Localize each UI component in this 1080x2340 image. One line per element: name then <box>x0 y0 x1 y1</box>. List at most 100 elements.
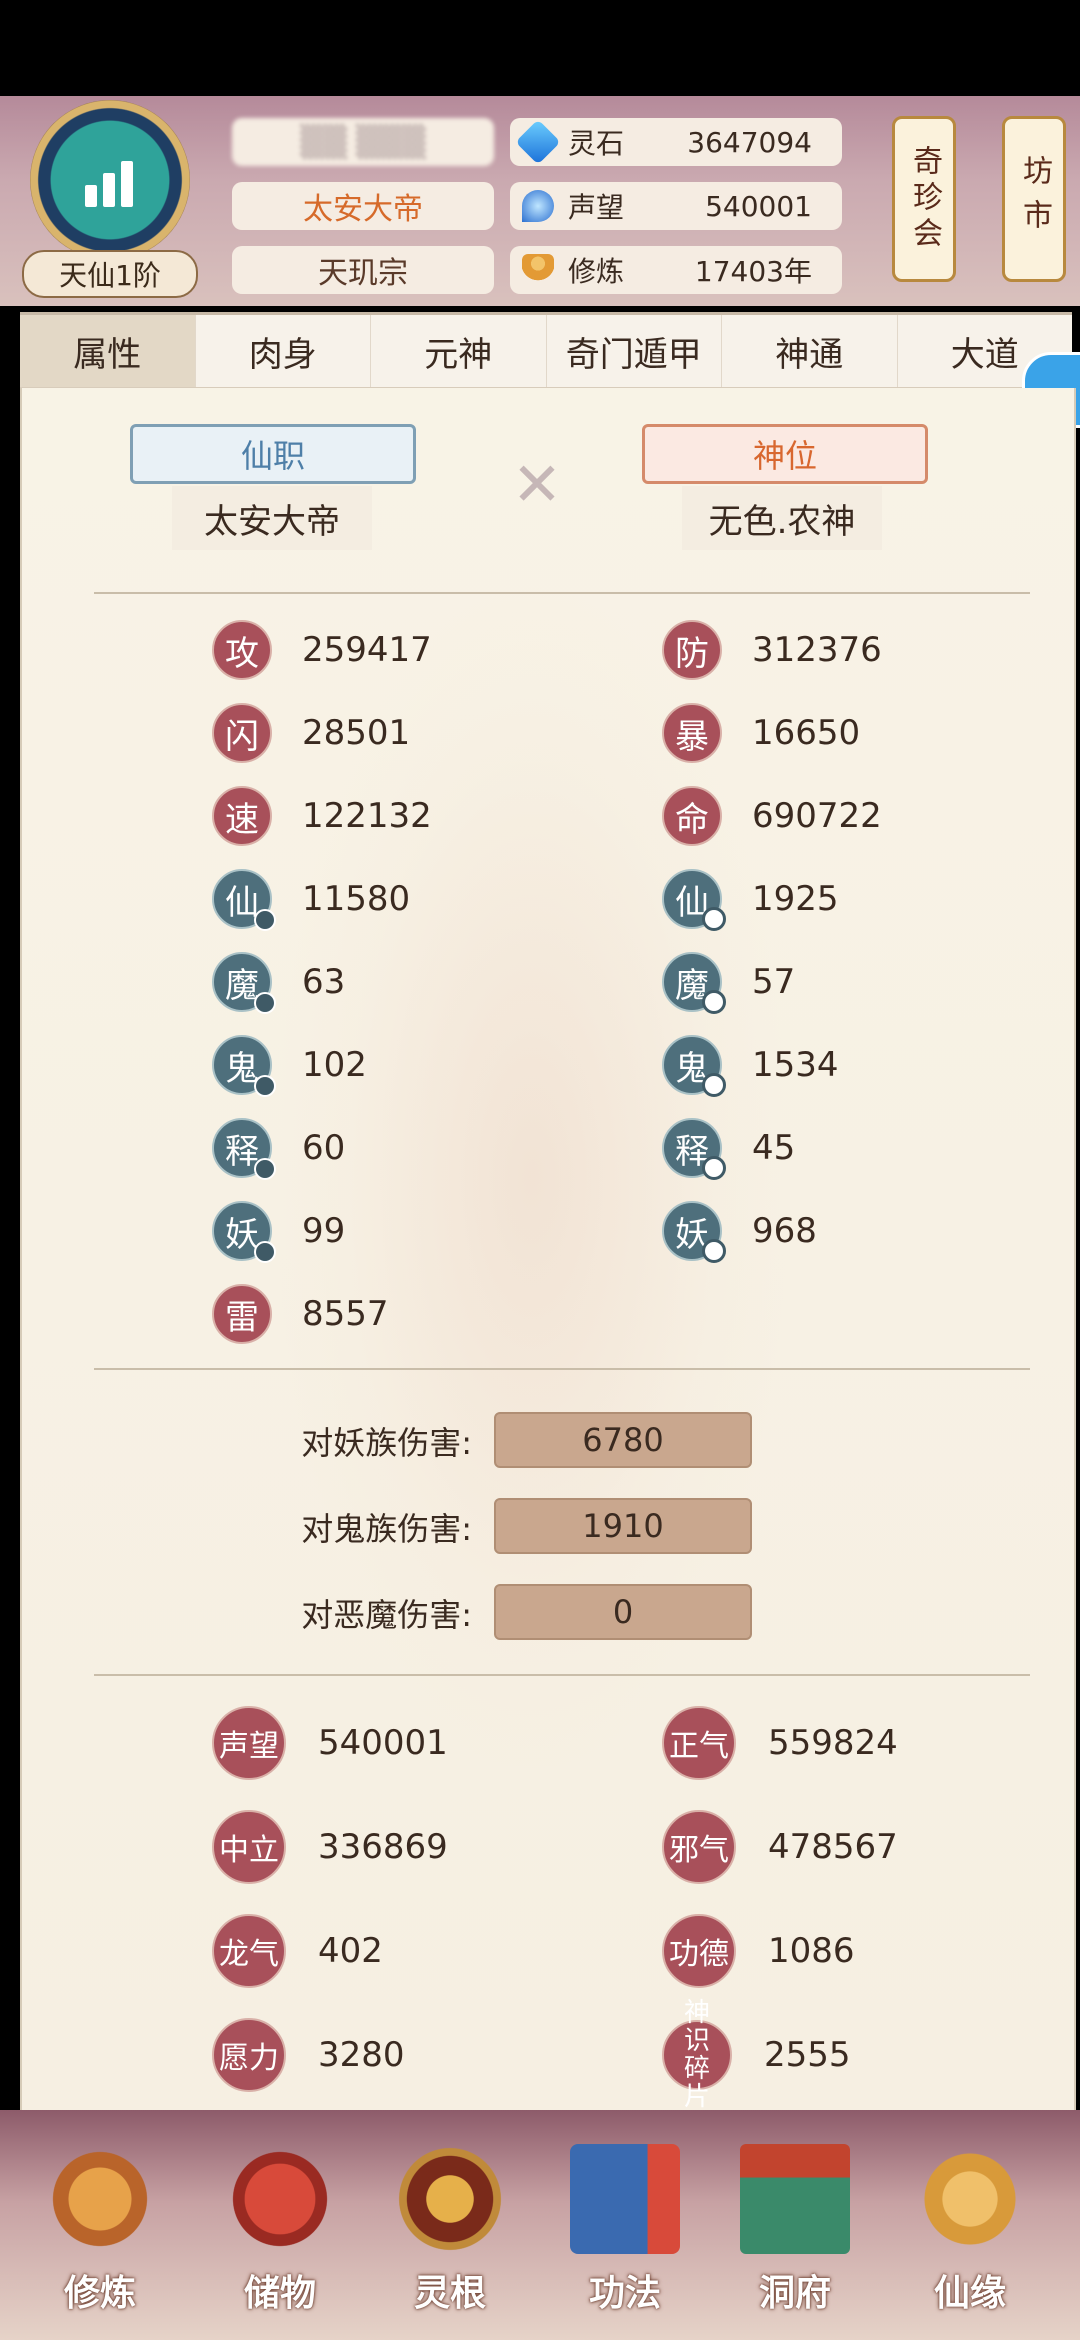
tab-qimen[interactable]: 奇门遁甲 <box>547 315 722 387</box>
divider <box>94 1368 1030 1370</box>
stat-glyph: 妖 <box>212 1201 276 1263</box>
rep-wish-power: 愿力 3280 <box>212 2018 405 2092</box>
stat-demon-attack: 魔 63 <box>212 952 345 1014</box>
divine-rank-banner: 神位 <box>642 424 928 484</box>
stat-glyph: 仙 <box>662 869 726 931</box>
rep-reputation: 声望 540001 <box>212 1706 448 1780</box>
stat-glyph: 闪 <box>212 703 272 763</box>
spirit-stone-icon <box>515 119 561 165</box>
rep-righteous: 正气 559824 <box>662 1706 898 1780</box>
resource-cultivation: 修炼 17403年 <box>510 246 842 294</box>
nav-cultivate[interactable]: 修炼 <box>20 2130 180 2330</box>
damage-label: 对妖族伤害: <box>301 1424 472 1462</box>
rep-glyph: 声望 <box>212 1706 286 1780</box>
rep-glyph: 中立 <box>212 1810 286 1884</box>
resource-spirit-stone: 灵石 3647094 <box>510 118 842 166</box>
attack-marker-icon <box>254 909 276 931</box>
stat-glyph: 攻 <box>212 620 272 680</box>
nav-spirit-root[interactable]: 灵根 <box>370 2130 530 2330</box>
tab-bar: 属性 肉身 元神 奇门遁甲 神通 大道 <box>20 312 1072 389</box>
rep-glyph: 功德 <box>662 1914 736 1988</box>
damage-value: 6780 <box>494 1412 752 1468</box>
damage-value: 0 <box>494 1584 752 1640</box>
stat-monster-defense: 妖 968 <box>662 1201 817 1263</box>
stat-glyph: 暴 <box>662 703 722 763</box>
bottom-nav: 修炼 储物 灵根 功法 洞府 仙缘 <box>0 2110 1080 2340</box>
reputation-icon <box>522 190 554 222</box>
defense-marker-icon <box>702 1156 726 1180</box>
damage-value: 1910 <box>494 1498 752 1554</box>
attack-marker-icon <box>254 1075 276 1097</box>
stat-immortal-defense: 仙 1925 <box>662 869 839 931</box>
resource-reputation: 声望 540001 <box>510 182 842 230</box>
stat-glyph: 命 <box>662 786 722 846</box>
nav-cave-mansion[interactable]: 洞府 <box>715 2130 875 2330</box>
rep-glyph: 神识碎片 <box>662 1999 732 2111</box>
treasure-auction-button[interactable]: 奇珍会 <box>892 116 956 282</box>
stat-glyph: 释 <box>662 1118 726 1180</box>
spirit-root-icon <box>395 2144 505 2254</box>
tab-attributes[interactable]: 属性 <box>20 315 196 387</box>
gourd-icon <box>915 2144 1025 2254</box>
market-button[interactable]: 坊市 <box>1002 116 1066 282</box>
divine-rank-value: 无色.农神 <box>682 486 882 550</box>
sect-pill: 天玑宗 <box>232 246 494 294</box>
nav-techniques[interactable]: 功法 <box>545 2130 705 2330</box>
stat-monster-attack: 妖 99 <box>212 1201 345 1263</box>
pouch-icon <box>225 2144 335 2254</box>
stat-glyph: 仙 <box>212 869 276 931</box>
player-name-pill[interactable]: ▒▒ ▒▒▒ <box>232 118 494 166</box>
rep-glyph: 正气 <box>662 1706 736 1780</box>
stat-ghost-defense: 鬼 1534 <box>662 1035 839 1097</box>
stat-buddha-defense: 释 45 <box>662 1118 795 1180</box>
stat-dodge: 闪 28501 <box>212 703 410 763</box>
tab-divine-power[interactable]: 神通 <box>722 315 898 387</box>
attributes-panel: 仙职 太安大帝 ✕ 神位 无色.农神 攻 259417 闪 28501 速 12… <box>20 388 1076 2111</box>
stat-immortal-attack: 仙 11580 <box>212 869 410 931</box>
damage-label: 对恶魔伤害: <box>301 1596 472 1634</box>
stat-ghost-attack: 鬼 102 <box>212 1035 367 1097</box>
official-post-value: 太安大帝 <box>172 486 372 550</box>
stat-speed: 速 122132 <box>212 786 432 846</box>
tab-spirit[interactable]: 元神 <box>371 315 547 387</box>
defense-marker-icon <box>702 907 726 931</box>
stat-glyph: 妖 <box>662 1201 726 1263</box>
official-post-banner: 仙职 <box>130 424 416 484</box>
status-bar <box>0 0 1080 96</box>
rank-badge: 天仙1阶 <box>22 250 198 298</box>
stat-demon-defense: 魔 57 <box>662 952 795 1014</box>
stat-glyph: 防 <box>662 620 722 680</box>
stat-health: 命 690722 <box>662 786 882 846</box>
rep-glyph: 邪气 <box>662 1810 736 1884</box>
divider <box>94 1674 1030 1676</box>
book-icon <box>570 2144 680 2254</box>
rep-merit: 功德 1086 <box>662 1914 855 1988</box>
defense-marker-icon <box>702 990 726 1014</box>
attack-marker-icon <box>254 1158 276 1180</box>
crossed-swords-icon: ✕ <box>511 450 563 520</box>
stat-defense: 防 312376 <box>662 620 882 680</box>
rep-glyph: 龙气 <box>212 1914 286 1988</box>
nav-fate[interactable]: 仙缘 <box>890 2130 1050 2330</box>
stat-thunder: 雷 8557 <box>212 1284 389 1344</box>
attack-marker-icon <box>254 1241 276 1263</box>
stat-attack: 攻 259417 <box>212 620 432 680</box>
stat-glyph: 鬼 <box>212 1035 276 1097</box>
tab-body[interactable]: 肉身 <box>196 315 371 387</box>
stat-glyph: 魔 <box>212 952 276 1014</box>
stat-glyph: 魔 <box>662 952 726 1014</box>
nav-storage[interactable]: 储物 <box>200 2130 360 2330</box>
stat-buddha-attack: 释 60 <box>212 1118 345 1180</box>
stat-glyph: 鬼 <box>662 1035 726 1097</box>
stat-glyph: 释 <box>212 1118 276 1180</box>
attack-marker-icon <box>254 992 276 1014</box>
rep-neutral: 中立 336869 <box>212 1810 448 1884</box>
stat-glyph: 雷 <box>212 1284 272 1344</box>
rep-soul-fragment: 神识碎片 2555 <box>662 1999 851 2111</box>
monk-icon <box>45 2144 155 2254</box>
damage-label: 对鬼族伤害: <box>301 1510 472 1548</box>
rep-dragon-qi: 龙气 402 <box>212 1914 383 1988</box>
title-pill: 太安大帝 <box>232 182 494 230</box>
stat-critical: 暴 16650 <box>662 703 860 763</box>
gate-icon <box>740 2144 850 2254</box>
